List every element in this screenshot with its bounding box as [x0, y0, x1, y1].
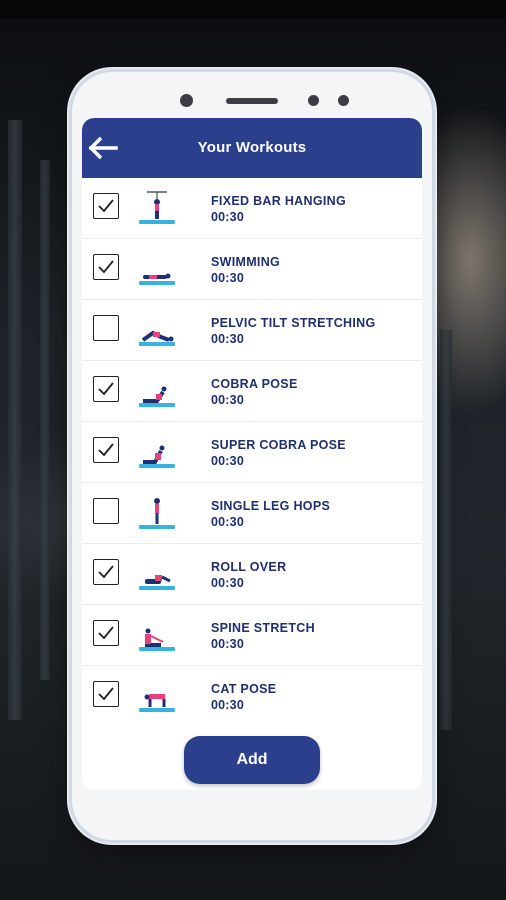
checkmark-icon	[98, 565, 114, 579]
phone-sensor	[308, 95, 319, 106]
workout-checkbox[interactable]	[93, 254, 119, 280]
list-item[interactable]: SUPER COBRA POSE 00:30	[82, 422, 422, 483]
front-camera	[180, 94, 193, 107]
workout-duration: 00:30	[211, 332, 244, 346]
workout-duration: 00:30	[211, 637, 244, 651]
list-item[interactable]: SPINE STRETCH 00:30	[82, 605, 422, 666]
checkmark-icon	[98, 260, 114, 274]
page-title: Your Workouts	[197, 139, 307, 156]
phone-mockup: Your Workouts FIXED BAR HANGING 00:30 SW…	[72, 72, 432, 840]
app-screen: Your Workouts FIXED BAR HANGING 00:30 SW…	[82, 118, 422, 790]
workout-name: ROLL OVER	[211, 560, 287, 574]
exercise-thumbnail	[137, 189, 177, 227]
list-item[interactable]: SINGLE LEG HOPS 00:30	[82, 483, 422, 544]
workout-checkbox[interactable]	[93, 193, 119, 219]
workout-name: FIXED BAR HANGING	[211, 194, 346, 208]
add-button[interactable]: Add	[184, 736, 320, 784]
exercise-thumbnail	[137, 677, 177, 715]
phone-sensor	[338, 95, 349, 106]
phone-speaker	[226, 98, 278, 104]
list-item[interactable]: ROLL OVER 00:30	[82, 544, 422, 605]
checkmark-icon	[98, 199, 114, 213]
workout-name: SPINE STRETCH	[211, 621, 315, 635]
workout-duration: 00:30	[211, 576, 244, 590]
workout-duration: 00:30	[211, 271, 244, 285]
list-item[interactable]: SWIMMING 00:30	[82, 239, 422, 300]
checkmark-icon	[98, 443, 114, 457]
status-bar	[0, 0, 506, 18]
checkmark-icon	[98, 626, 114, 640]
workout-duration: 00:30	[211, 454, 244, 468]
workout-name: SWIMMING	[211, 255, 281, 269]
workout-duration: 00:30	[211, 515, 244, 529]
background-rack-post	[40, 160, 50, 680]
list-item[interactable]: FIXED BAR HANGING 00:30	[82, 178, 422, 239]
background-rack-post	[8, 120, 22, 720]
workout-checkbox[interactable]	[93, 437, 119, 463]
app-header: Your Workouts	[82, 118, 422, 178]
exercise-thumbnail	[137, 311, 177, 349]
workout-duration: 00:30	[211, 210, 244, 224]
workout-name: SINGLE LEG HOPS	[211, 499, 331, 513]
workout-name: CAT POSE	[211, 682, 277, 696]
exercise-thumbnail	[137, 494, 177, 532]
list-item[interactable]: COBRA POSE 00:30	[82, 361, 422, 422]
checkmark-icon	[98, 382, 114, 396]
workout-checkbox[interactable]	[93, 376, 119, 402]
workout-checkbox[interactable]	[93, 559, 119, 585]
exercise-thumbnail	[137, 372, 177, 410]
background-rack-post	[440, 330, 452, 730]
workout-checkbox[interactable]	[93, 681, 119, 707]
checkmark-icon	[98, 687, 114, 701]
exercise-thumbnail	[137, 616, 177, 654]
list-item[interactable]: PELVIC TILT STRETCHING 00:30	[82, 300, 422, 361]
workout-checkbox[interactable]	[93, 315, 119, 341]
workout-name: PELVIC TILT STRETCHING	[211, 316, 376, 330]
exercise-thumbnail	[137, 433, 177, 471]
workout-duration: 00:30	[211, 698, 244, 712]
exercise-thumbnail	[137, 250, 177, 288]
workout-checkbox[interactable]	[93, 620, 119, 646]
exercise-thumbnail	[137, 555, 177, 593]
workout-name: COBRA POSE	[211, 377, 298, 391]
workout-duration: 00:30	[211, 393, 244, 407]
workout-checkbox[interactable]	[93, 498, 119, 524]
workout-name: SUPER COBRA POSE	[211, 438, 346, 452]
workout-list: FIXED BAR HANGING 00:30 SWIMMING 00:30 P…	[82, 178, 422, 727]
